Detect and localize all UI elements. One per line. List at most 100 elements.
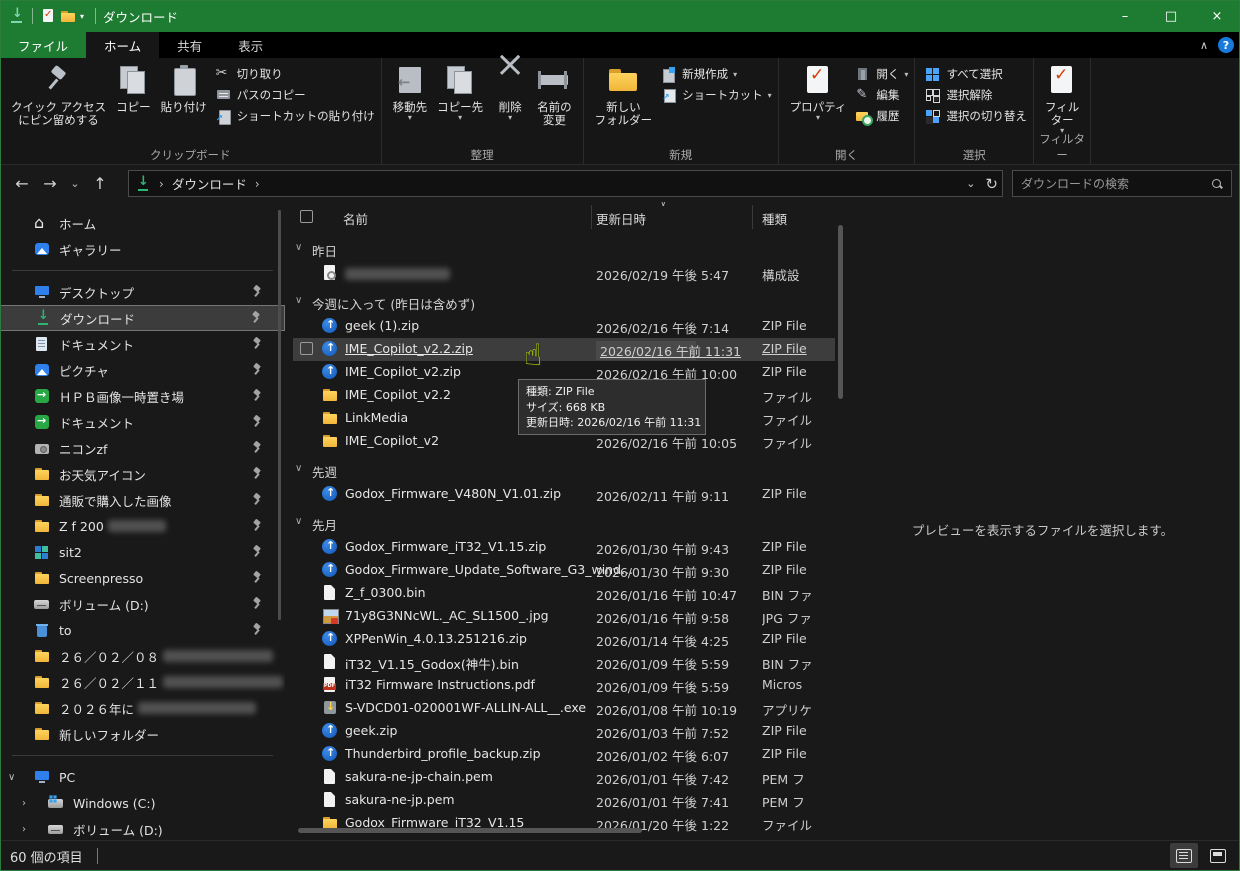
horizontal-scrollbar[interactable] bbox=[298, 828, 642, 833]
column-divider[interactable] bbox=[752, 205, 753, 229]
sidebar-item-通販で購入した画像[interactable]: 通販で購入した画像 bbox=[0, 487, 285, 513]
qat-customize-caret-icon[interactable]: ▾ bbox=[76, 12, 88, 21]
file-row-geek.zip[interactable]: geek.zip2026/01/03 午前 7:52ZIP File bbox=[285, 720, 845, 743]
sidebar-item-Z f 200[interactable]: Z f 200 bbox=[0, 513, 285, 539]
file-row-XPPenWin_4.0.13.251216.zip[interactable]: XPPenWin_4.0.13.251216.zip2026/01/14 午後 … bbox=[285, 628, 845, 651]
group-chevron-icon[interactable]: ∨ bbox=[295, 242, 302, 253]
sidebar-item-ニコンzf[interactable]: ニコンzf bbox=[0, 435, 285, 461]
select-all-checkbox[interactable] bbox=[300, 210, 313, 223]
address-dropdown-icon[interactable]: ⌄ bbox=[966, 177, 975, 190]
sidebar-item-ＨＰＢ画像一時置き場[interactable]: ＨＰＢ画像一時置き場 bbox=[0, 383, 285, 409]
sidebar-item-デスクトップ[interactable]: デスクトップ bbox=[0, 279, 285, 305]
ribbon-button-フィルター[interactable]: フィルター▾ bbox=[1040, 60, 1084, 138]
file-row-71y8G3NNcWL._AC_SL1500_.jpg[interactable]: 71y8G3NNcWL._AC_SL1500_.jpg2026/01/16 午前… bbox=[285, 605, 845, 628]
ribbon-button-選択解除[interactable]: 選択解除 bbox=[925, 87, 1027, 103]
ribbon-collapse-icon[interactable]: ∧ bbox=[1200, 39, 1208, 52]
group-header-今週に入って (昨日は含めず)[interactable]: ∨今週に入って (昨日は含めず) bbox=[285, 291, 845, 315]
tab-ホーム[interactable]: ホーム bbox=[86, 32, 159, 58]
pin-icon[interactable] bbox=[251, 571, 263, 583]
breadcrumb-chevron-icon[interactable]: › bbox=[255, 177, 260, 191]
column-header-name[interactable]: 名前 bbox=[343, 209, 368, 228]
file-row-Godox_Firmware_Update_Software_G3_wind...[interactable]: Godox_Firmware_Update_Software_G3_wind..… bbox=[285, 559, 845, 582]
pin-icon[interactable] bbox=[251, 389, 263, 401]
ribbon-button-履歴[interactable]: 履歴 bbox=[855, 108, 908, 124]
thumbnail-view-button[interactable] bbox=[1204, 843, 1232, 868]
file-row-IME_Copilot_v2.2.zip[interactable]: IME_Copilot_v2.2.zip2026/02/16 午前 11:31Z… bbox=[293, 338, 835, 361]
ribbon-button-移動先[interactable]: 移動先▾ bbox=[388, 60, 433, 125]
pin-icon[interactable] bbox=[251, 363, 263, 375]
search-input[interactable]: ダウンロードの検索 bbox=[1021, 175, 1211, 192]
sidebar-item-ボリューム (D:)[interactable]: ボリューム (D:) bbox=[0, 591, 285, 617]
ribbon-button-コピー[interactable]: コピー bbox=[111, 60, 156, 118]
breadcrumb[interactable]: ダウンロード bbox=[172, 174, 247, 193]
file-row-Thunderbird_profile_backup.zip[interactable]: Thunderbird_profile_backup.zip2026/01/02… bbox=[285, 743, 845, 766]
ribbon-button-ショートカット[interactable]: ショートカット▾ bbox=[661, 87, 772, 103]
sidebar-item-ドキュメント[interactable]: ドキュメント bbox=[0, 331, 285, 357]
ribbon-button-プロパティ[interactable]: プロパティ▾ bbox=[785, 60, 852, 125]
pin-icon[interactable] bbox=[251, 545, 263, 557]
pin-icon[interactable] bbox=[251, 623, 263, 635]
file-row-redacted[interactable]: 2026/02/19 午後 5:47構成設 bbox=[285, 262, 845, 285]
sidebar-item-ダウンロード[interactable]: ダウンロード bbox=[0, 305, 285, 331]
pin-icon[interactable] bbox=[251, 337, 263, 349]
group-header-先週[interactable]: ∨先週 bbox=[285, 459, 845, 483]
tree-expander-icon[interactable]: ∨ bbox=[8, 772, 24, 783]
tree-expander-icon[interactable]: › bbox=[22, 824, 38, 835]
tab-表示[interactable]: 表示 bbox=[220, 32, 281, 58]
file-row-sakura-ne-jp-chain.pem[interactable]: sakura-ne-jp-chain.pem2026/01/01 午後 7:42… bbox=[285, 766, 845, 789]
forward-icon[interactable]: → bbox=[36, 174, 64, 193]
sidebar-item-ドキュメント[interactable]: ドキュメント bbox=[0, 409, 285, 435]
qat-new-folder-icon[interactable] bbox=[60, 8, 76, 24]
qat-properties-icon[interactable] bbox=[40, 8, 56, 24]
address-bar[interactable]: › ダウンロード › ⌄ ↻ bbox=[128, 170, 1003, 197]
sidebar-item-ホーム[interactable]: ホーム bbox=[0, 210, 285, 236]
group-chevron-icon[interactable]: ∨ bbox=[295, 295, 302, 306]
group-header-先月[interactable]: ∨先月 bbox=[285, 512, 845, 536]
ribbon-button-編集[interactable]: 編集 bbox=[855, 87, 908, 103]
tab-file[interactable]: ファイル bbox=[0, 32, 86, 58]
file-row-iT32_V1.15_Godox(神牛).bin[interactable]: iT32_V1.15_Godox(神牛).bin2026/01/09 午後 5:… bbox=[285, 651, 845, 674]
row-checkbox[interactable] bbox=[300, 342, 313, 355]
sidebar-item-to[interactable]: to bbox=[0, 617, 285, 643]
sidebar-item-２６／０２／０８[interactable]: ２６／０２／０８ bbox=[0, 643, 285, 669]
vertical-scrollbar[interactable] bbox=[838, 225, 843, 399]
sidebar-scrollbar[interactable] bbox=[278, 210, 281, 620]
file-row-iT32 Firmware Instructions.pdf[interactable]: iT32 Firmware Instructions.pdf2026/01/09… bbox=[285, 674, 845, 697]
sidebar-item-PC[interactable]: ∨PC bbox=[0, 764, 285, 790]
search-icon[interactable] bbox=[1211, 178, 1223, 190]
ribbon-button-開く[interactable]: 開く▾ bbox=[855, 66, 908, 82]
minimize-button[interactable]: – bbox=[1102, 0, 1148, 32]
close-button[interactable]: × bbox=[1194, 0, 1240, 32]
pin-icon[interactable] bbox=[251, 441, 263, 453]
ribbon-button-貼り付け[interactable]: 貼り付け bbox=[156, 60, 212, 118]
sidebar-item-Windows (C:)[interactable]: ›Windows (C:) bbox=[0, 790, 285, 816]
sidebar-item-新しいフォルダー[interactable]: 新しいフォルダー bbox=[0, 721, 285, 747]
pin-icon[interactable] bbox=[251, 493, 263, 505]
details-view-button[interactable] bbox=[1170, 843, 1198, 868]
sidebar-item-ギャラリー[interactable]: ギャラリー bbox=[0, 236, 285, 262]
refresh-icon[interactable]: ↻ bbox=[985, 175, 998, 193]
search-box[interactable]: ダウンロードの検索 bbox=[1012, 170, 1232, 197]
file-row-geek (1).zip[interactable]: geek (1).zip2026/02/16 午後 7:14ZIP File bbox=[285, 315, 845, 338]
column-header-type[interactable]: 種類 bbox=[762, 209, 787, 228]
sidebar-item-sit2[interactable]: sit2 bbox=[0, 539, 285, 565]
ribbon-button-ショートカットの貼り付け[interactable]: ショートカットの貼り付け bbox=[216, 108, 375, 124]
ribbon-button-コピー先[interactable]: コピー先▾ bbox=[432, 60, 488, 125]
sidebar-item-２０２６年に[interactable]: ２０２６年に bbox=[0, 695, 285, 721]
ribbon-button-クイック アクセスにピン留めする[interactable]: クイック アクセスにピン留めする bbox=[6, 60, 111, 131]
ribbon-button-選択の切り替え[interactable]: 選択の切り替え bbox=[925, 108, 1027, 124]
ribbon-button-パスのコピー[interactable]: パスのコピー bbox=[216, 87, 375, 103]
sidebar-item-ピクチャ[interactable]: ピクチャ bbox=[0, 357, 285, 383]
ribbon-button-すべて選択[interactable]: すべて選択 bbox=[925, 66, 1027, 82]
column-header-date[interactable]: 更新日時 bbox=[596, 209, 646, 228]
file-row-sakura-ne-jp.pem[interactable]: sakura-ne-jp.pem2026/01/01 午後 7:41PEM フ bbox=[285, 789, 845, 812]
up-icon[interactable]: ↑ bbox=[86, 174, 114, 193]
ribbon-button-名前の変更[interactable]: 名前の変更 bbox=[532, 60, 577, 131]
file-row-Godox_Firmware_V480N_V1.01.zip[interactable]: Godox_Firmware_V480N_V1.01.zip2026/02/11… bbox=[285, 483, 845, 506]
ribbon-button-新規作成[interactable]: 新規作成▾ bbox=[661, 66, 772, 82]
pin-icon[interactable] bbox=[251, 467, 263, 479]
group-chevron-icon[interactable]: ∨ bbox=[295, 516, 302, 527]
pin-icon[interactable] bbox=[250, 311, 262, 323]
pin-icon[interactable] bbox=[251, 415, 263, 427]
tab-共有[interactable]: 共有 bbox=[159, 32, 220, 58]
